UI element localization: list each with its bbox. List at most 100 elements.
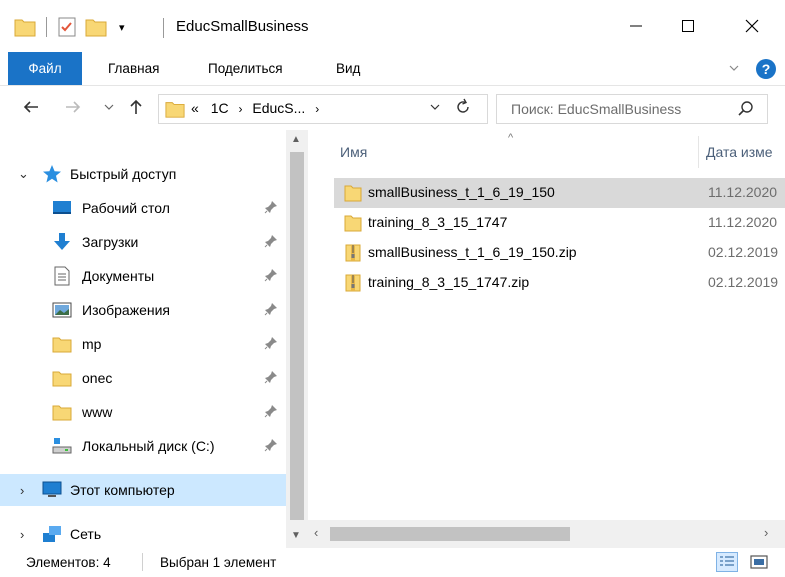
details-view-button[interactable]: [716, 552, 738, 572]
search-box[interactable]: [496, 94, 768, 124]
nav-item-label: Изображения: [82, 302, 170, 318]
file-row[interactable]: training_8_3_15_1747.zip 02.12.2019: [334, 268, 785, 298]
expanded-chevron-icon[interactable]: ⌄: [18, 166, 29, 182]
nav-item-local-disk[interactable]: Локальный диск (C:): [0, 430, 286, 462]
breadcrumb-separator-icon[interactable]: ›: [238, 102, 242, 116]
close-button[interactable]: [728, 0, 776, 52]
forward-arrow-icon[interactable]: [64, 98, 82, 116]
file-name: smallBusiness_t_1_6_19_150: [368, 184, 555, 200]
expand-ribbon-icon[interactable]: [728, 62, 740, 74]
file-name: smallBusiness_t_1_6_19_150.zip: [368, 244, 577, 260]
zip-folder-icon: [345, 244, 361, 262]
pin-icon[interactable]: [264, 438, 278, 452]
address-row: « 1C › EducS... ›: [0, 86, 785, 130]
file-name: training_8_3_15_1747: [368, 214, 508, 230]
column-divider[interactable]: [698, 136, 699, 168]
minimize-button[interactable]: [612, 0, 660, 52]
breadcrumb-1c[interactable]: 1C: [211, 100, 229, 116]
tab-file[interactable]: Файл: [8, 52, 82, 85]
breadcrumb-educs[interactable]: EducS...: [252, 100, 305, 116]
nav-quick-access[interactable]: ⌄ Быстрый доступ: [0, 158, 286, 190]
up-arrow-icon[interactable]: [128, 98, 144, 116]
close-icon: [745, 19, 759, 33]
pin-icon[interactable]: [264, 370, 278, 384]
help-button[interactable]: ?: [756, 59, 776, 79]
folder-icon: [52, 405, 72, 421]
computer-icon: [42, 481, 62, 497]
search-icon[interactable]: [737, 100, 755, 118]
pin-icon[interactable]: [264, 302, 278, 316]
documents-icon: [54, 266, 70, 286]
breadcrumb-overflow[interactable]: «: [191, 100, 199, 116]
nav-item-downloads[interactable]: Загрузки: [0, 226, 286, 258]
customize-toolbar-dropdown-icon[interactable]: ▾: [119, 21, 125, 34]
nav-this-pc-label: Этот компьютер: [70, 482, 175, 498]
tab-share[interactable]: Поделиться: [208, 52, 283, 85]
collapsed-chevron-icon[interactable]: ›: [20, 483, 24, 498]
ribbon-tabs: Файл Главная Поделиться Вид ?: [0, 52, 785, 86]
pin-icon[interactable]: [264, 404, 278, 418]
pin-icon[interactable]: [264, 336, 278, 350]
back-arrow-icon[interactable]: [22, 98, 40, 116]
scroll-up-icon[interactable]: ▲: [291, 134, 301, 145]
scroll-left-icon[interactable]: ‹: [314, 525, 318, 540]
file-row[interactable]: smallBusiness_t_1_6_19_150.zip 02.12.201…: [334, 238, 785, 268]
nav-item-label: Загрузки: [82, 234, 139, 250]
file-list-pane: ^ Имя Дата изме smallBusiness_t_1_6_19_1…: [308, 130, 785, 548]
folder-icon: [344, 215, 362, 232]
breadcrumb: « 1C › EducS... ›: [191, 100, 319, 116]
nav-item-desktop[interactable]: Рабочий стол: [0, 192, 286, 224]
nav-item-pictures[interactable]: Изображения: [0, 294, 286, 326]
pin-icon[interactable]: [264, 200, 278, 214]
recent-locations-chevron-icon[interactable]: [104, 102, 114, 112]
address-history-dropdown-icon[interactable]: [429, 101, 441, 113]
file-row[interactable]: training_8_3_15_1747 11.12.2020: [334, 208, 785, 238]
drive-icon: [52, 438, 72, 454]
nav-network[interactable]: › Сеть: [0, 520, 286, 548]
nav-item-mp[interactable]: mp: [0, 328, 286, 360]
column-header-date[interactable]: Дата изме: [698, 136, 773, 168]
scroll-down-icon[interactable]: ▼: [291, 530, 301, 541]
tab-view[interactable]: Вид: [336, 52, 360, 85]
minimize-icon: [630, 25, 642, 27]
collapsed-chevron-icon[interactable]: ›: [20, 527, 24, 542]
selection-count: Выбран 1 элемент: [160, 555, 277, 570]
pin-icon[interactable]: [264, 268, 278, 282]
breadcrumb-separator-icon[interactable]: ›: [315, 102, 319, 116]
search-input[interactable]: [497, 95, 737, 123]
nav-item-onec[interactable]: onec: [0, 362, 286, 394]
properties-icon[interactable]: [57, 16, 77, 38]
nav-vertical-scrollbar[interactable]: ▲ ▼: [286, 130, 308, 548]
file-date: 02.12.2019: [708, 274, 779, 290]
scroll-thumb[interactable]: [330, 527, 570, 541]
content-horizontal-scrollbar[interactable]: ‹ ›: [308, 520, 785, 548]
nav-network-label: Сеть: [70, 526, 102, 542]
new-folder-icon[interactable]: [85, 17, 107, 37]
nav-item-label: Рабочий стол: [82, 200, 170, 216]
nav-quick-access-label: Быстрый доступ: [70, 166, 177, 182]
scroll-thumb[interactable]: [290, 152, 304, 520]
maximize-button[interactable]: [664, 0, 712, 52]
file-row[interactable]: smallBusiness_t_1_6_19_150 11.12.2020: [334, 178, 785, 208]
scroll-right-icon[interactable]: ›: [764, 525, 768, 540]
nav-item-documents[interactable]: Документы: [0, 260, 286, 292]
nav-item-label: Локальный диск (C:): [82, 438, 215, 454]
navigation-pane: ⌄ Быстрый доступ Рабочий стол Загрузки Д…: [0, 130, 308, 548]
column-header-name[interactable]: Имя: [340, 144, 367, 168]
nav-this-pc[interactable]: › Этот компьютер: [0, 474, 286, 506]
network-icon: [43, 526, 61, 542]
nav-item-www[interactable]: www: [0, 396, 286, 428]
desktop-icon: [53, 201, 71, 214]
folder-icon: [165, 102, 185, 118]
star-icon: [43, 165, 61, 183]
refresh-icon[interactable]: [455, 98, 471, 116]
window-title: EducSmallBusiness: [176, 18, 309, 35]
status-bar: Элементов: 4 Выбран 1 элемент: [0, 548, 785, 577]
zip-folder-icon: [345, 274, 361, 292]
sort-ascending-icon: ^: [508, 132, 514, 144]
tab-home[interactable]: Главная: [108, 52, 159, 85]
large-icons-view-button[interactable]: [748, 552, 770, 572]
large-icons-view-icon: [750, 555, 768, 569]
address-bar[interactable]: « 1C › EducS... ›: [158, 94, 488, 124]
pin-icon[interactable]: [264, 234, 278, 248]
